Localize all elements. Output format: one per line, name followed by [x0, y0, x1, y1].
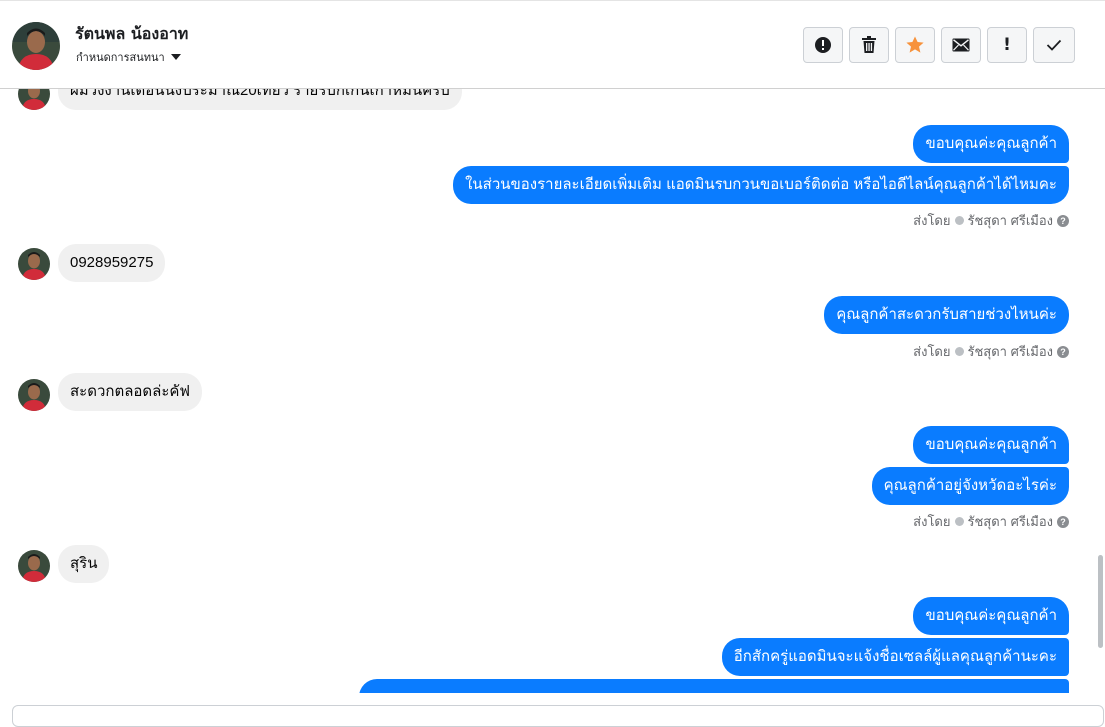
- message-thread[interactable]: ผมวิ่งงานเดือนนึงประมาณ20เที่ยว รายรับก็…: [0, 89, 1105, 693]
- star-button[interactable]: [895, 27, 935, 63]
- contact-avatar-small: [18, 89, 50, 110]
- contact-name: รัตนพล น้องอาท: [75, 24, 189, 43]
- conversation-header: รัตนพล น้องอาท กำหนดการสนทนา !: [0, 0, 1105, 89]
- agent-status-icon: [954, 517, 964, 526]
- envelope-icon: [952, 38, 970, 52]
- sent-by-info: ส่งโดย รัชสุดา ศรีเมือง ?: [913, 210, 1069, 231]
- outgoing-message-partial: [359, 679, 1069, 693]
- assign-conversation-dropdown[interactable]: กำหนดการสนทนา: [76, 48, 181, 66]
- contact-avatar-small: [18, 379, 50, 411]
- outgoing-message: ขอบคุณค่ะคุณลูกค้า: [913, 597, 1069, 635]
- outgoing-message: คุณลูกค้าอยู่จังหวัดอะไรค่ะ: [871, 467, 1069, 505]
- thread-scrollbar[interactable]: [1098, 555, 1103, 648]
- delete-button[interactable]: [849, 27, 889, 63]
- incoming-message: 0928959275: [58, 244, 166, 282]
- mark-unread-button[interactable]: [941, 27, 981, 63]
- assign-label: กำหนดการสนทนา: [76, 51, 165, 64]
- contact-avatar-small: [18, 550, 50, 582]
- spam-button[interactable]: [803, 27, 843, 63]
- contact-avatar[interactable]: [12, 22, 60, 70]
- outgoing-message: ขอบคุณค่ะคุณลูกค้า: [913, 426, 1069, 464]
- alert-circle-icon: [815, 37, 831, 53]
- sent-by-info: ส่งโดย รัชสุดา ศรีเมือง ?: [913, 511, 1069, 532]
- agent-status-icon: [954, 216, 964, 225]
- help-icon[interactable]: ?: [1057, 515, 1069, 528]
- outgoing-message: ขอบคุณค่ะคุณลูกค้า: [913, 125, 1069, 163]
- agent-status-icon: [954, 347, 964, 356]
- outgoing-message: อีกสักครู่แอดมินจะแจ้งชื่อเซลล์ผู้แลคุณล…: [721, 638, 1069, 676]
- agent-name: รัชสุดา ศรีเมือง: [967, 213, 1054, 228]
- agent-name: รัชสุดา ศรีเมือง: [967, 514, 1054, 529]
- sent-by-label: ส่งโดย: [913, 514, 951, 529]
- agent-name: รัชสุดา ศรีเมือง: [967, 344, 1054, 359]
- conversation-toolbar: !: [803, 27, 1075, 63]
- incoming-message: สะดวกตลอดล่ะคัฟ: [58, 373, 203, 411]
- incoming-message: สุริน: [58, 545, 110, 583]
- help-icon[interactable]: ?: [1057, 345, 1069, 358]
- mark-done-button[interactable]: [1033, 27, 1075, 63]
- outgoing-message: คุณลูกค้าสะดวกรับสายช่วงไหนค่ะ: [824, 296, 1069, 334]
- outgoing-message: ในส่วนของรายละเอียดเพิ่มเติม แอดมินรบกวน…: [453, 166, 1069, 204]
- trash-icon: [862, 36, 876, 53]
- incoming-message: ผมวิ่งงานเดือนนึงประมาณ20เที่ยว รายรับก็…: [58, 89, 462, 110]
- help-icon[interactable]: ?: [1057, 214, 1069, 227]
- message-composer[interactable]: [12, 705, 1104, 727]
- sent-by-label: ส่งโดย: [913, 213, 951, 228]
- caret-down-icon: [170, 54, 181, 60]
- check-icon: [1046, 39, 1062, 51]
- sent-by-label: ส่งโดย: [913, 344, 951, 359]
- sent-by-info: ส่งโดย รัชสุดา ศรีเมือง ?: [913, 341, 1069, 362]
- contact-avatar-small: [18, 248, 50, 280]
- follow-up-button[interactable]: !: [987, 27, 1027, 63]
- star-icon: [906, 36, 924, 53]
- exclamation-icon: !: [1003, 35, 1011, 55]
